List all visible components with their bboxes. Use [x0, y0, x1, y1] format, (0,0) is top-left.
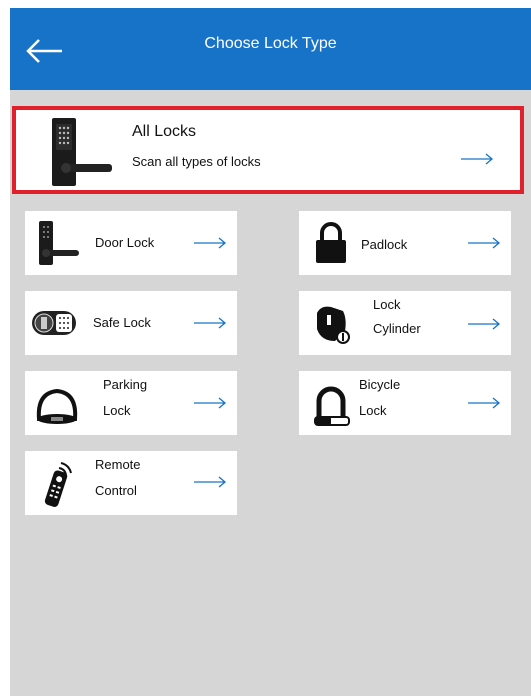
lock-type-label: Lock: [373, 297, 401, 312]
lock-type-label: Padlock: [361, 237, 408, 252]
arrow-right-icon[interactable]: [460, 152, 494, 166]
lock-type-remote-control[interactable]: Remote Control: [25, 451, 237, 515]
parking-lock-icon: [36, 388, 78, 424]
lock-type-label-line2: Lock: [103, 403, 131, 418]
lock-type-safe-lock[interactable]: Safe Lock: [25, 291, 237, 355]
arrow-right-icon[interactable]: [193, 236, 227, 250]
arrow-right-icon[interactable]: [193, 396, 227, 410]
all-locks-card[interactable]: All Locks Scan all types of locks: [12, 106, 524, 194]
smart-door-lock-icon: [52, 118, 112, 186]
arrow-right-icon[interactable]: [467, 396, 501, 410]
remote-control-icon: [44, 462, 72, 507]
lock-type-label: Bicycle: [359, 377, 401, 392]
page-title: Choose Lock Type: [204, 35, 337, 52]
lock-type-label-line2: Control: [95, 483, 137, 498]
bicycle-lock-icon: [314, 386, 350, 426]
lock-type-bicycle-lock[interactable]: Bicycle Lock: [299, 371, 511, 435]
arrow-right-icon[interactable]: [467, 236, 501, 250]
lock-type-door-lock[interactable]: Door Lock: [25, 211, 237, 275]
lock-type-label: Remote: [95, 457, 141, 472]
lock-type-label: Safe Lock: [93, 315, 151, 330]
lock-type-padlock[interactable]: Padlock: [299, 211, 511, 275]
lock-type-lock-cylinder[interactable]: Lock Cylinder: [299, 291, 511, 355]
lock-type-label: Parking: [103, 377, 148, 392]
arrow-right-icon[interactable]: [467, 317, 501, 331]
safe-lock-icon: [32, 311, 76, 335]
header-bar: Choose Lock Type: [10, 8, 531, 90]
arrow-right-icon[interactable]: [193, 475, 227, 489]
lock-type-parking-lock[interactable]: Parking Lock: [25, 371, 237, 435]
lock-type-label-line2: Lock: [359, 403, 387, 418]
app-screen: Choose Lock Type All Locks Scan all type…: [10, 8, 531, 696]
lock-cylinder-icon: [317, 306, 350, 344]
all-locks-subtitle: Scan all types of locks: [132, 154, 261, 169]
lock-type-label-line2: Cylinder: [373, 321, 421, 336]
arrow-right-icon[interactable]: [193, 316, 227, 330]
door-lock-icon: [39, 221, 79, 265]
lock-type-label: Door Lock: [95, 235, 155, 250]
padlock-icon: [316, 222, 346, 263]
all-locks-title: All Locks: [132, 123, 197, 140]
